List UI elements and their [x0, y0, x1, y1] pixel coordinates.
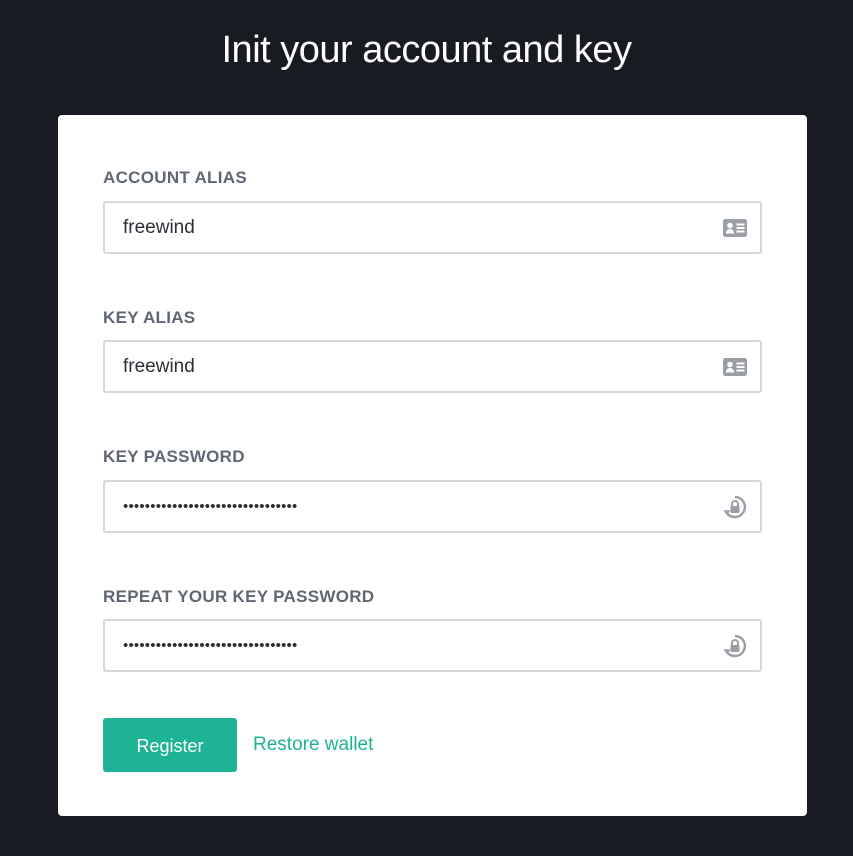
account-alias-label: ACCOUNT ALIAS: [103, 168, 247, 187]
key-alias-value: freewind: [123, 356, 195, 377]
lock-reset-icon: [722, 633, 748, 659]
key-password-label: KEY PASSWORD: [103, 447, 245, 466]
id-card-icon: [722, 215, 748, 241]
account-alias-value: freewind: [123, 217, 195, 238]
repeat-key-password-label: REPEAT YOUR KEY PASSWORD: [103, 587, 375, 606]
key-password-value: ••••••••••••••••••••••••••••••••: [123, 498, 298, 515]
repeat-key-password-value: ••••••••••••••••••••••••••••••••: [123, 637, 298, 654]
register-button[interactable]: Register: [103, 718, 237, 772]
register-form-card: ACCOUNT ALIAS freewind KEY ALIAS freewin…: [58, 115, 807, 816]
key-alias-label: KEY ALIAS: [103, 308, 196, 327]
account-alias-input[interactable]: freewind: [103, 201, 762, 254]
id-card-icon: [722, 354, 748, 380]
lock-reset-icon: [722, 494, 748, 520]
page-title: Init your account and key: [221, 29, 632, 71]
restore-wallet-link[interactable]: Restore wallet: [253, 734, 373, 756]
key-alias-input[interactable]: freewind: [103, 340, 762, 393]
key-password-input[interactable]: ••••••••••••••••••••••••••••••••: [103, 480, 762, 533]
repeat-key-password-input[interactable]: ••••••••••••••••••••••••••••••••: [103, 619, 762, 672]
